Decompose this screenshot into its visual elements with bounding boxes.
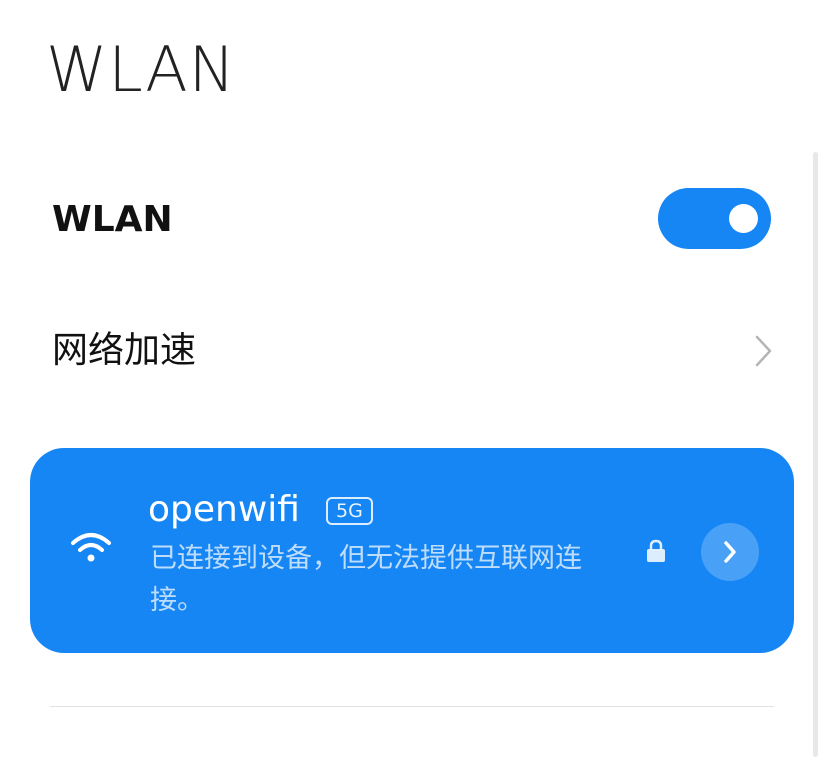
page-title: WLAN [46,33,237,106]
network-details-button[interactable] [701,523,759,581]
wlan-toggle-label: WLAN [52,199,173,240]
chevron-right-icon [724,541,736,563]
chevron-right-icon[interactable] [748,333,778,369]
scrollbar[interactable] [813,152,818,757]
toggle-knob [729,204,758,233]
wlan-toggle-switch[interactable] [658,188,771,249]
band-badge: 5G [326,497,373,525]
network-ssid: openwifi [148,489,300,530]
connected-network-card[interactable]: openwifi 5G 已连接到设备，但无法提供互联网连接。 [30,448,794,653]
connection-status: 已连接到设备，但无法提供互联网连接。 [150,543,582,616]
lock-icon [647,539,665,562]
network-acceleration-label[interactable]: 网络加速 [52,329,196,373]
wlan-settings-screen: WLAN WLAN 网络加速 openwifi 5G 已连接到设备，但无法提供互… [0,0,823,765]
divider [50,706,774,707]
wifi-signal-icon [71,533,111,562]
